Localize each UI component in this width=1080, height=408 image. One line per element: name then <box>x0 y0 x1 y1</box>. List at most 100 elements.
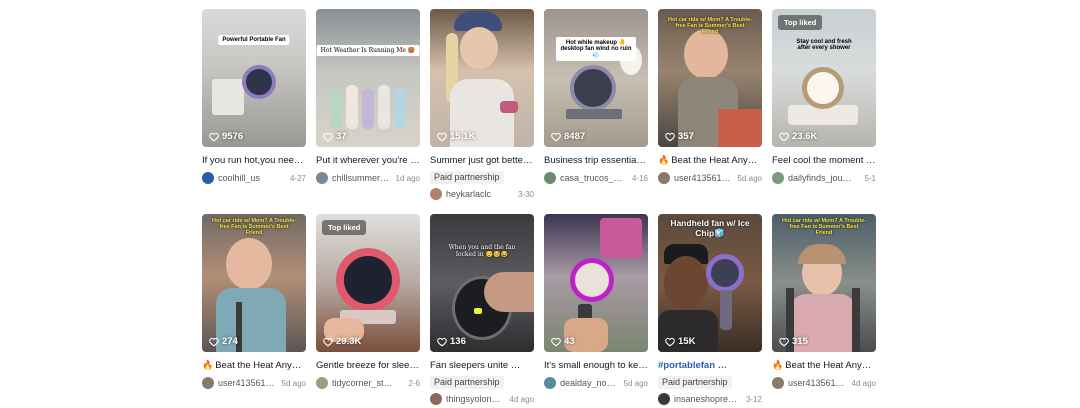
avatar[interactable] <box>430 393 442 405</box>
username[interactable]: thingsyolon… <box>446 394 506 404</box>
video-caption: Hot car ride w/ Mom? A Trouble-free Fan … <box>782 218 866 236</box>
username[interactable]: coolhill_us <box>218 173 282 183</box>
video-title-text: Beat the Heat Anyw… <box>215 360 306 371</box>
avatar[interactable] <box>430 188 442 200</box>
video-title[interactable]: 🔥 Beat the Heat Anyw… <box>658 155 762 167</box>
video-card[interactable]: Handheld fan w/ Ice Chip🧊 15K #portablef… <box>658 214 762 406</box>
video-card[interactable]: Top liked 29.3K Gentle breeze for slee… … <box>316 214 420 390</box>
post-date: 3-12 <box>745 394 762 404</box>
video-meta: insaneshopre… 3-12 <box>658 392 762 406</box>
video-card[interactable]: Hot car ride w/ Mom? A Trouble-free Fan … <box>658 9 762 185</box>
avatar[interactable] <box>202 377 214 389</box>
like-count-text: 274 <box>222 336 238 347</box>
video-thumbnail[interactable]: 43 <box>544 214 648 352</box>
avatar[interactable] <box>316 377 328 389</box>
username[interactable]: tidycorner_stu… <box>332 378 396 388</box>
video-card[interactable]: Hot car ride w/ Mom? A Trouble-free Fan … <box>202 214 306 390</box>
username[interactable]: chillsummer… <box>332 173 392 183</box>
video-caption: Hot car ride w/ Mom? A Trouble-free Fan … <box>668 17 752 35</box>
video-card[interactable]: Powerful Portable Fan 9576 If you run ho… <box>202 9 306 185</box>
username[interactable]: user413561… <box>218 378 278 388</box>
post-date: 5d ago <box>281 378 306 388</box>
video-card[interactable]: Hot car ride w/ Mom? A Trouble-free Fan … <box>772 214 876 390</box>
heart-outline-icon <box>665 132 675 141</box>
video-meta: heykarlaclc 3-30 <box>430 187 534 201</box>
video-title[interactable]: It's small enough to ke… <box>544 360 648 372</box>
video-thumbnail[interactable]: Hot Weather Is Running Me 🥵 37 <box>316 9 420 147</box>
video-card[interactable]: When you and the fan locked in 😴🥺😂 136 F… <box>430 214 534 406</box>
video-card[interactable]: Hot while makeup 🤚 desktop fan wind no r… <box>544 9 648 185</box>
post-date: 4d ago <box>851 378 876 388</box>
video-card[interactable]: Hot Weather Is Running Me 🥵 37 Put it wh… <box>316 9 420 185</box>
heart-outline-icon <box>209 132 219 141</box>
avatar[interactable] <box>658 172 670 184</box>
video-thumbnail[interactable]: When you and the fan locked in 😴🥺😂 136 <box>430 214 534 352</box>
like-count-text: 136 <box>450 336 466 347</box>
video-thumbnail[interactable]: Handheld fan w/ Ice Chip🧊 15K <box>658 214 762 352</box>
video-thumbnail[interactable]: Powerful Portable Fan 9576 <box>202 9 306 147</box>
avatar[interactable] <box>772 377 784 389</box>
video-title[interactable]: Feel cool the moment … <box>772 155 876 167</box>
heart-outline-icon <box>779 132 789 141</box>
video-card[interactable]: 15.1K Summer just got better… Paid partn… <box>430 9 534 201</box>
top-liked-badge: Top liked <box>778 15 823 30</box>
avatar[interactable] <box>544 172 556 184</box>
video-meta: chillsummer… 1d ago <box>316 171 420 185</box>
video-thumbnail[interactable]: Hot car ride w/ Mom? A Trouble-free Fan … <box>658 9 762 147</box>
like-count: 29.3K <box>323 336 361 347</box>
like-count: 315 <box>779 336 808 347</box>
like-count: 274 <box>209 336 238 347</box>
avatar[interactable] <box>316 172 328 184</box>
video-title[interactable]: Gentle breeze for slee… <box>316 360 420 372</box>
like-count-text: 15K <box>678 336 696 347</box>
username[interactable]: user413561… <box>788 378 848 388</box>
like-count: 15.1K <box>437 131 475 142</box>
like-count-text: 15.1K <box>450 131 476 142</box>
post-date: 5-1 <box>864 173 876 183</box>
video-thumbnail[interactable]: Hot car ride w/ Mom? A Trouble-free Fan … <box>772 214 876 352</box>
avatar[interactable] <box>202 172 214 184</box>
video-meta: thingsyolon… 4d ago <box>430 392 534 406</box>
username[interactable]: dealday_no… <box>560 378 620 388</box>
video-meta: dealday_no… 5d ago <box>544 376 648 390</box>
like-count: 43 <box>551 336 575 347</box>
heart-outline-icon <box>323 132 333 141</box>
like-count-text: 357 <box>678 131 694 142</box>
username[interactable]: insaneshopre… <box>674 394 738 404</box>
video-caption: Hot Weather Is Running Me 🥵 <box>316 45 420 56</box>
video-card[interactable]: 43 It's small enough to ke… dealday_no… … <box>544 214 648 390</box>
username[interactable]: casa_trucos_d… <box>560 173 624 183</box>
like-count-text: 37 <box>336 131 347 142</box>
username[interactable]: heykarlaclc <box>446 189 510 199</box>
video-title[interactable]: Summer just got better… <box>430 155 534 167</box>
avatar[interactable] <box>544 377 556 389</box>
video-meta: dailyfinds_jou… 5-1 <box>772 171 876 185</box>
video-title[interactable]: If you run hot,you need this… <box>202 155 306 167</box>
video-title[interactable]: Business trip essential:… <box>544 155 648 167</box>
video-title-hashtag[interactable]: #portablefan … <box>658 360 762 372</box>
video-meta: user413561… 5d ago <box>658 171 762 185</box>
video-thumbnail[interactable]: Top liked 29.3K <box>316 214 420 352</box>
video-caption: Hot car ride w/ Mom? A Trouble-free Fan … <box>212 218 296 236</box>
like-count-text: 315 <box>792 336 808 347</box>
username[interactable]: user413561… <box>674 173 734 183</box>
username[interactable]: dailyfinds_jou… <box>788 173 852 183</box>
video-card[interactable]: Top liked Stay cool and fresh after ever… <box>772 9 876 185</box>
fire-icon: 🔥 <box>772 360 784 370</box>
video-thumbnail[interactable]: Top liked Stay cool and fresh after ever… <box>772 9 876 147</box>
heart-outline-icon <box>779 337 789 346</box>
video-thumbnail[interactable]: Hot while makeup 🤚 desktop fan wind no r… <box>544 9 648 147</box>
video-thumbnail[interactable]: 15.1K <box>430 9 534 147</box>
heart-outline-icon <box>551 132 561 141</box>
like-count-text: 43 <box>564 336 575 347</box>
avatar[interactable] <box>772 172 784 184</box>
video-title[interactable]: 🔥 Beat the Heat Anyw… <box>202 360 306 372</box>
avatar[interactable] <box>658 393 670 405</box>
video-title[interactable]: Put it wherever you're … <box>316 155 420 167</box>
video-title[interactable]: Fan sleepers unite … <box>430 360 534 372</box>
like-count: 8487 <box>551 131 585 142</box>
video-thumbnail[interactable]: Hot car ride w/ Mom? A Trouble-free Fan … <box>202 214 306 352</box>
video-title[interactable]: 🔥 Beat the Heat Anyw… <box>772 360 876 372</box>
paid-partnership-badge: Paid partnership <box>658 376 732 389</box>
like-count-text: 8487 <box>564 131 586 142</box>
